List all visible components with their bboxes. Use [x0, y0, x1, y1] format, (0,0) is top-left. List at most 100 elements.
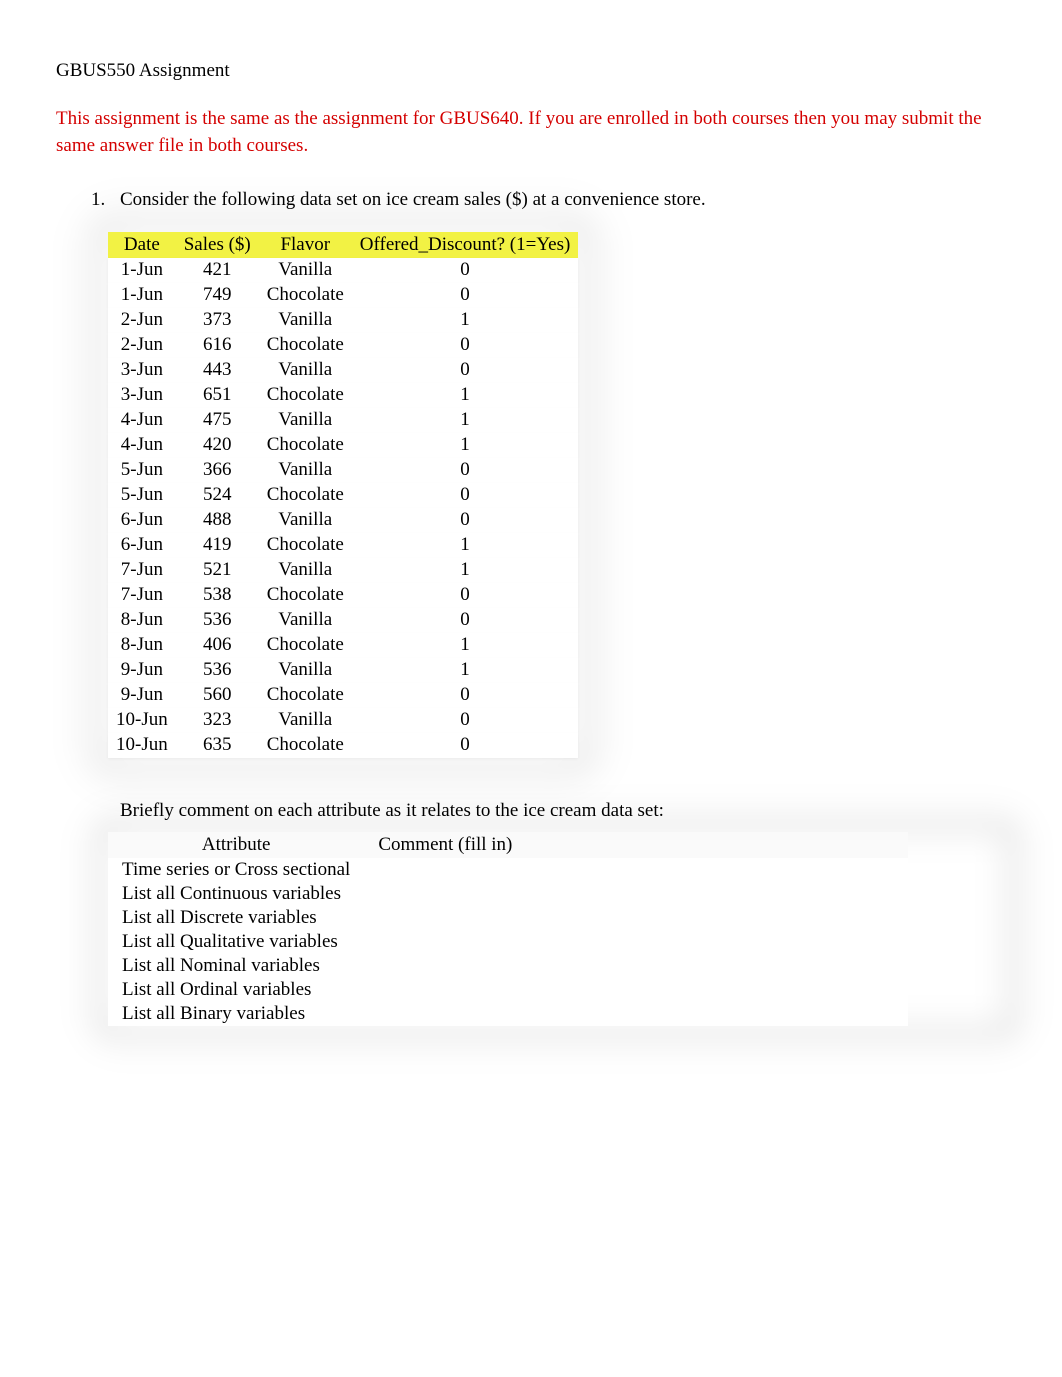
- cell-discount: 1: [352, 408, 579, 433]
- table-row: 8-Jun536Vanilla0: [108, 608, 578, 633]
- attr-row: List all Qualitative variables: [108, 930, 908, 954]
- table-row: 4-Jun420Chocolate1: [108, 433, 578, 458]
- attr-label: List all Ordinal variables: [108, 978, 364, 1002]
- cell-discount: 0: [352, 333, 579, 358]
- cell-date: 1-Jun: [108, 283, 176, 308]
- cell-flavor: Chocolate: [259, 533, 352, 558]
- attr-label: Time series or Cross sectional: [108, 858, 364, 882]
- data-table-wrap: Date Sales ($) Flavor Offered_Discount? …: [108, 232, 578, 758]
- cell-date: 4-Jun: [108, 408, 176, 433]
- attr-header-row: Attribute Comment (fill in): [108, 832, 908, 858]
- table-row: 1-Jun421Vanilla0: [108, 258, 578, 283]
- attr-label: List all Qualitative variables: [108, 930, 364, 954]
- attr-row: List all Binary variables: [108, 1002, 908, 1026]
- attribute-table-wrap: Attribute Comment (fill in) Time series …: [108, 832, 1006, 1026]
- table-row: 9-Jun536Vanilla1: [108, 658, 578, 683]
- cell-date: 6-Jun: [108, 508, 176, 533]
- cell-date: 9-Jun: [108, 683, 176, 708]
- cell-sales: 536: [176, 608, 259, 633]
- cell-sales: 366: [176, 458, 259, 483]
- cell-flavor: Chocolate: [259, 583, 352, 608]
- attr-label: List all Nominal variables: [108, 954, 364, 978]
- cell-sales: 521: [176, 558, 259, 583]
- attr-comment: [364, 978, 908, 1002]
- table-row: 7-Jun538Chocolate0: [108, 583, 578, 608]
- cell-discount: 1: [352, 633, 579, 658]
- attr-comment: [364, 882, 908, 906]
- table-row: 4-Jun475Vanilla1: [108, 408, 578, 433]
- attr-row: List all Ordinal variables: [108, 978, 908, 1002]
- cell-flavor: Chocolate: [259, 283, 352, 308]
- table-row: 10-Jun323Vanilla0: [108, 708, 578, 733]
- cell-date: 10-Jun: [108, 733, 176, 758]
- attr-label: List all Discrete variables: [108, 906, 364, 930]
- col-discount: Offered_Discount? (1=Yes): [352, 232, 579, 258]
- cell-flavor: Vanilla: [259, 508, 352, 533]
- cell-flavor: Vanilla: [259, 358, 352, 383]
- attr-comment: [364, 1002, 908, 1026]
- cell-sales: 443: [176, 358, 259, 383]
- cell-date: 8-Jun: [108, 633, 176, 658]
- cell-flavor: Chocolate: [259, 683, 352, 708]
- attr-row: List all Discrete variables: [108, 906, 908, 930]
- table-row: 10-Jun635Chocolate0: [108, 733, 578, 758]
- col-date: Date: [108, 232, 176, 258]
- cell-discount: 1: [352, 558, 579, 583]
- cell-flavor: Vanilla: [259, 258, 352, 283]
- cell-sales: 635: [176, 733, 259, 758]
- cell-date: 4-Jun: [108, 433, 176, 458]
- attr-row: List all Continuous variables: [108, 882, 908, 906]
- attr-comment: [364, 858, 908, 882]
- table-row: 2-Jun373Vanilla1: [108, 308, 578, 333]
- attr-comment: [364, 906, 908, 930]
- cell-date: 8-Jun: [108, 608, 176, 633]
- cell-discount: 0: [352, 583, 579, 608]
- cell-date: 9-Jun: [108, 658, 176, 683]
- table-row: 5-Jun524Chocolate0: [108, 483, 578, 508]
- cell-discount: 0: [352, 508, 579, 533]
- table-row: 8-Jun406Chocolate1: [108, 633, 578, 658]
- cell-sales: 419: [176, 533, 259, 558]
- cell-flavor: Vanilla: [259, 408, 352, 433]
- table-row: 1-Jun749Chocolate0: [108, 283, 578, 308]
- notice-text: This assignment is the same as the assig…: [56, 106, 1006, 159]
- table-row: 9-Jun560Chocolate0: [108, 683, 578, 708]
- ice-cream-data-table: Date Sales ($) Flavor Offered_Discount? …: [108, 232, 578, 758]
- cell-date: 3-Jun: [108, 383, 176, 408]
- cell-sales: 421: [176, 258, 259, 283]
- cell-flavor: Vanilla: [259, 658, 352, 683]
- cell-flavor: Vanilla: [259, 608, 352, 633]
- cell-flavor: Vanilla: [259, 308, 352, 333]
- question-1-text: Consider the following data set on ice c…: [120, 187, 1006, 214]
- cell-flavor: Chocolate: [259, 383, 352, 408]
- attr-comment: [364, 930, 908, 954]
- col-flavor: Flavor: [259, 232, 352, 258]
- cell-date: 7-Jun: [108, 583, 176, 608]
- cell-date: 10-Jun: [108, 708, 176, 733]
- cell-date: 3-Jun: [108, 358, 176, 383]
- cell-discount: 1: [352, 383, 579, 408]
- col-comment: Comment (fill in): [364, 832, 908, 858]
- cell-sales: 420: [176, 433, 259, 458]
- cell-discount: 1: [352, 308, 579, 333]
- cell-date: 5-Jun: [108, 458, 176, 483]
- table-row: 5-Jun366Vanilla0: [108, 458, 578, 483]
- cell-sales: 373: [176, 308, 259, 333]
- cell-discount: 0: [352, 483, 579, 508]
- cell-flavor: Vanilla: [259, 558, 352, 583]
- table-row: 6-Jun419Chocolate1: [108, 533, 578, 558]
- cell-flavor: Chocolate: [259, 483, 352, 508]
- table-row: 2-Jun616Chocolate0: [108, 333, 578, 358]
- cell-discount: 0: [352, 358, 579, 383]
- cell-flavor: Chocolate: [259, 333, 352, 358]
- col-sales: Sales ($): [176, 232, 259, 258]
- cell-discount: 0: [352, 683, 579, 708]
- cell-sales: 488: [176, 508, 259, 533]
- cell-flavor: Chocolate: [259, 633, 352, 658]
- cell-date: 5-Jun: [108, 483, 176, 508]
- cell-date: 2-Jun: [108, 333, 176, 358]
- cell-date: 6-Jun: [108, 533, 176, 558]
- attr-label: List all Binary variables: [108, 1002, 364, 1026]
- cell-sales: 749: [176, 283, 259, 308]
- cell-discount: 0: [352, 458, 579, 483]
